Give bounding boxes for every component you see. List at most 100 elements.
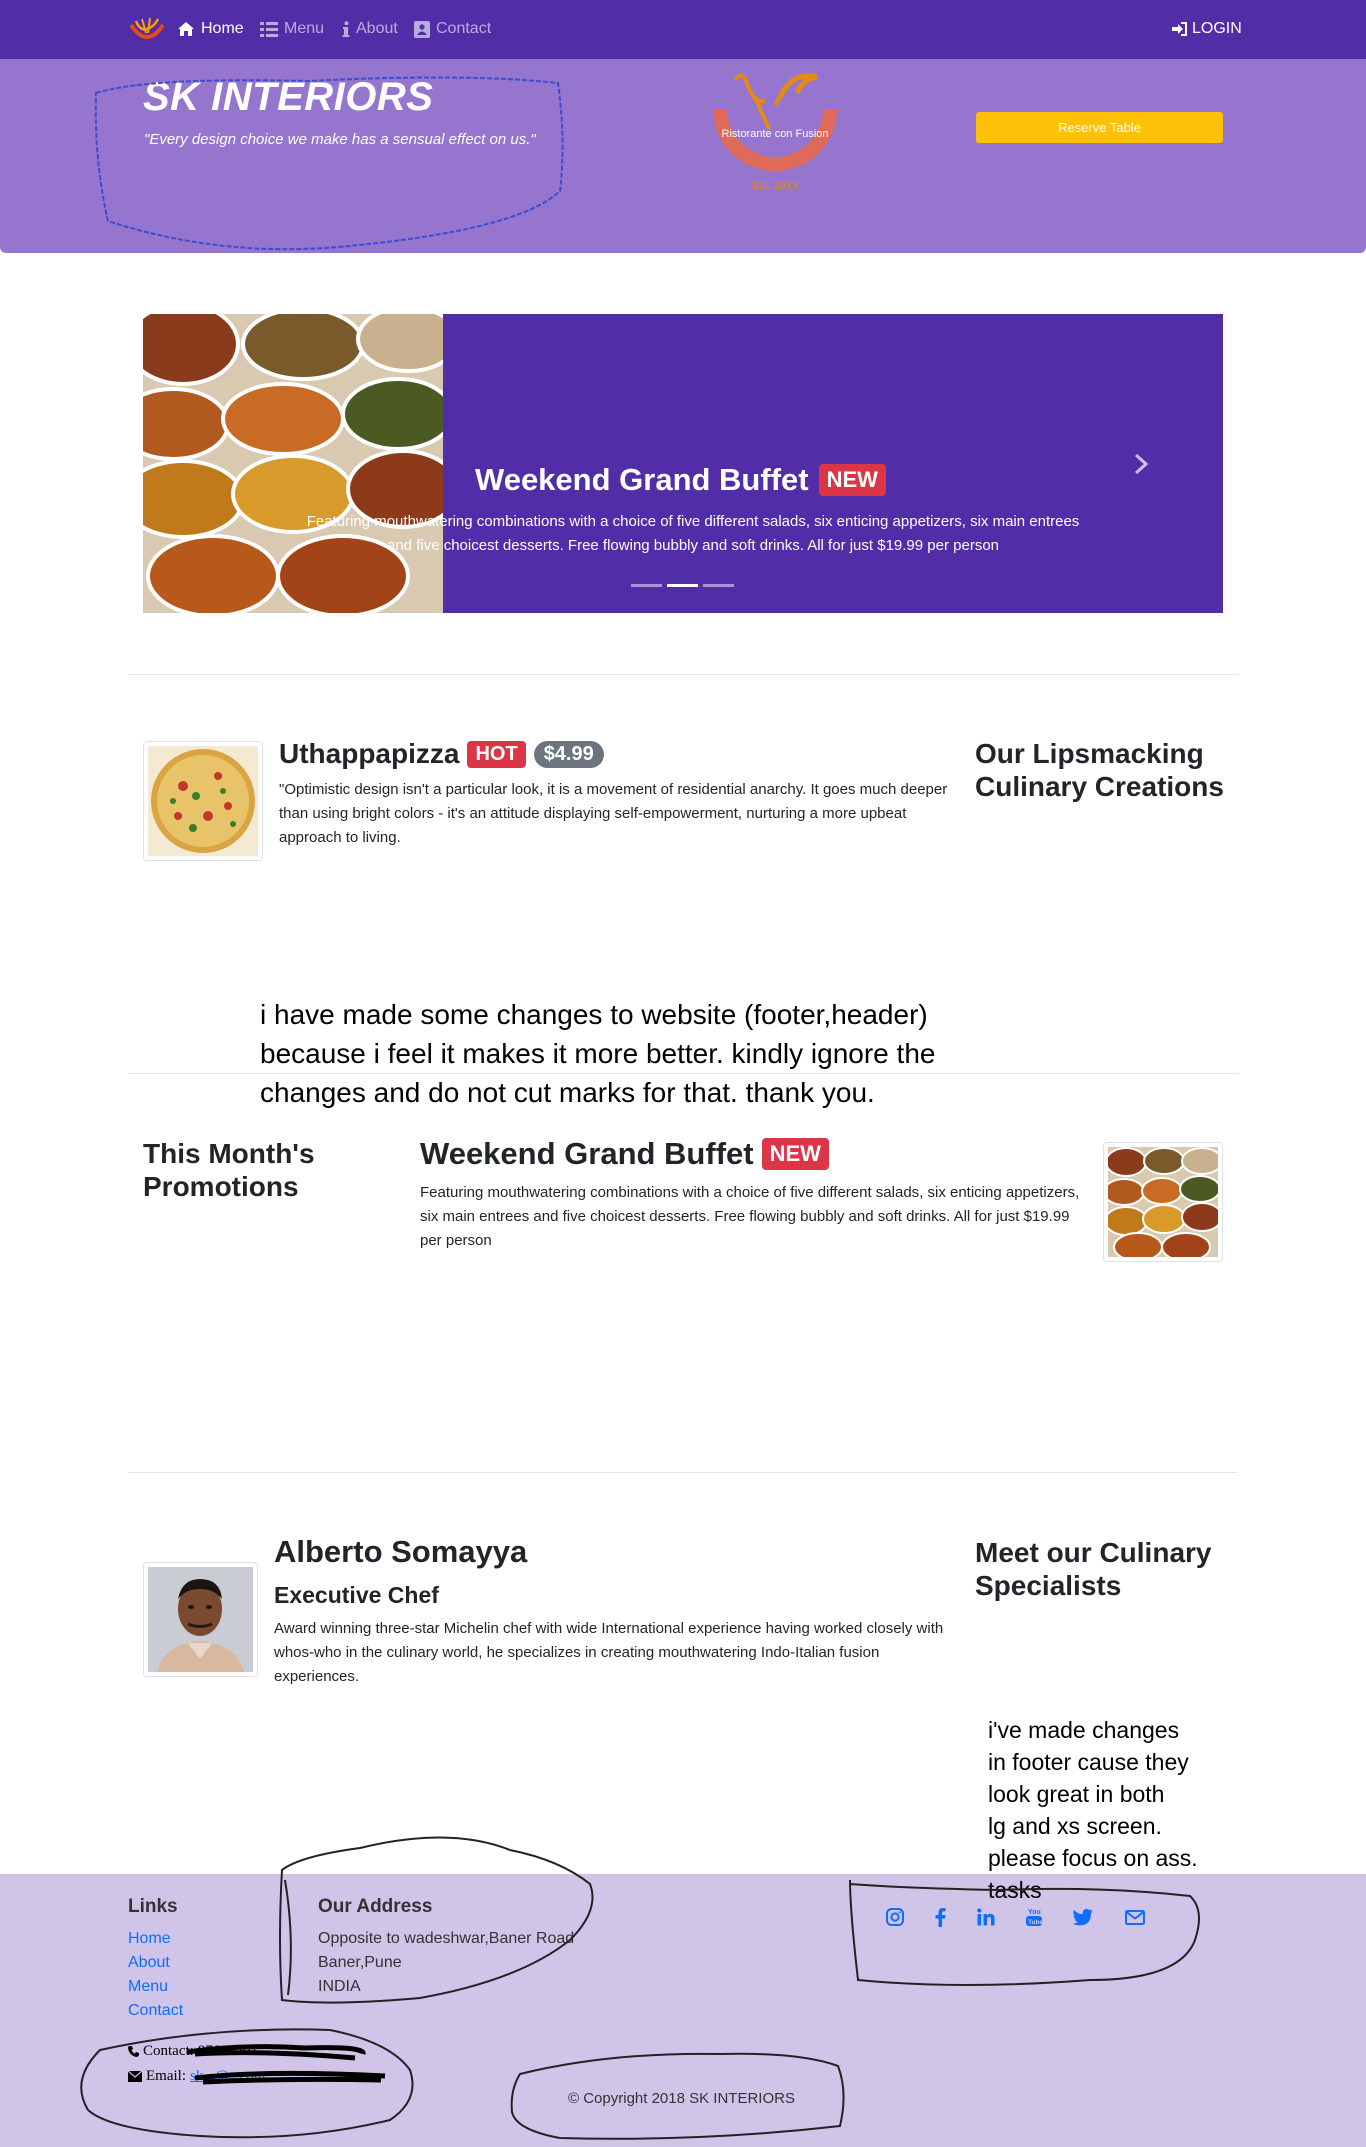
dish-name: Uthappapizza (279, 738, 460, 769)
divider (128, 1472, 1238, 1473)
dish-thumbnail (143, 741, 263, 861)
student-note-footer-line5: please focus on ass. (988, 1845, 1198, 1871)
student-note-footer-line3: look great in both (988, 1781, 1165, 1807)
email-label: Email: (146, 2068, 186, 2084)
student-note-line1: i have made some changes to website (foo… (260, 999, 928, 1030)
email-link[interactable]: sk...@...com (190, 2068, 265, 2085)
login-label: LOGIN (1192, 20, 1242, 37)
student-note-footer-line4: lg and xs screen. (988, 1813, 1162, 1839)
price-badge: $4.99 (533, 740, 604, 768)
carousel-indicator-2[interactable] (667, 584, 698, 587)
logo-text: Ristorante con Fusion (722, 128, 829, 140)
footer-contact: Contact: 97665201... (128, 2043, 269, 2060)
svg-text:You: You (1028, 1909, 1041, 1916)
footer-address-line3: INDIA (318, 1978, 361, 1995)
nav-menu[interactable]: Menu (260, 20, 324, 38)
promo-name: Weekend Grand Buffet (420, 1136, 754, 1171)
carousel-caption: Featuring mouthwatering combinations wit… (306, 513, 1080, 554)
footer-email: Email: sk...@...com (128, 2068, 265, 2085)
chef-photo (148, 1567, 253, 1672)
restaurant-logo-large-icon: Ristorante con Fusion Est. 2013 (713, 73, 837, 192)
restaurant-logo-icon[interactable] (128, 15, 166, 45)
reserve-table-button[interactable]: Reserve Table (976, 112, 1223, 143)
promo-description: Featuring mouthwatering combinations wit… (420, 1184, 1080, 1249)
buffet-image (143, 314, 443, 613)
chef-thumbnail (143, 1562, 258, 1677)
nav-about-label: About (356, 20, 398, 37)
student-note: i have made some changes to website (foo… (260, 995, 935, 1112)
dish-section-heading-line1: Our Lipsmacking (975, 738, 1204, 769)
promo-section-heading: This Month's Promotions (143, 1137, 315, 1203)
dish-section-heading: Our Lipsmacking Culinary Creations (975, 737, 1224, 803)
brand-title: SK INTERIORS (143, 75, 434, 119)
twitter-icon[interactable] (1072, 1906, 1094, 1928)
sign-in-icon (1172, 22, 1187, 36)
nav-home[interactable]: Home (177, 20, 244, 38)
carousel-indicator-3[interactable] (703, 584, 734, 587)
jumbotron: SK INTERIORS "Every design choice we mak… (0, 59, 1366, 253)
envelope-icon[interactable] (1124, 1906, 1146, 1928)
facebook-icon[interactable] (929, 1906, 951, 1928)
nav-home-label: Home (201, 20, 244, 37)
nav-contact[interactable]: Contact (414, 20, 491, 38)
phone-icon (128, 2046, 139, 2057)
info-icon (342, 21, 350, 37)
carousel-indicators (631, 584, 734, 587)
nav-menu-label: Menu (284, 20, 325, 37)
contact-label: Contact: (143, 2043, 194, 2059)
carousel-title: Weekend Grand Buffet NEW (475, 462, 886, 498)
promo-thumbnail (1103, 1142, 1223, 1262)
student-note-line3: changes and do not cut marks for that. t… (260, 1077, 875, 1108)
student-note-footer-line6: tasks (988, 1877, 1042, 1903)
brand-tagline: "Every design choice we make has a sensu… (144, 131, 536, 148)
hot-badge: HOT (467, 740, 526, 768)
dish-title: Uthappapizza HOT $4.99 (279, 738, 604, 770)
chef-bio: Award winning three-star Michelin chef w… (274, 1620, 944, 1685)
copyright-text: © Copyright 2018 SK INTERIORS (568, 2090, 795, 2107)
contact-value: 97665201... (197, 2043, 270, 2059)
student-note-footer: i've made changes in footer cause they l… (988, 1714, 1198, 1906)
chevron-right-icon[interactable] (1131, 452, 1151, 476)
carousel[interactable]: Weekend Grand Buffet NEW Featuring mouth… (143, 314, 1223, 613)
chef-name: Alberto Somayya (274, 1534, 528, 1569)
chef-role: Executive Chef (274, 1582, 439, 1608)
footer-link-home[interactable]: Home (128, 1930, 171, 1948)
envelope-icon (128, 2071, 142, 2082)
student-note-line2: because i feel it makes it more better. … (260, 1038, 936, 1069)
promo-new-badge: NEW (761, 1138, 829, 1170)
footer-address-heading: Our Address (318, 1896, 433, 1917)
carousel-indicator-1[interactable] (631, 584, 662, 587)
footer-links-heading: Links (128, 1896, 178, 1917)
nav-contact-label: Contact (436, 20, 492, 37)
logo-year: Est. 2013 (752, 178, 797, 192)
linkedin-icon[interactable] (975, 1906, 997, 1928)
footer-link-about[interactable]: About (128, 1954, 170, 1972)
footer-address-line2: Baner,Pune (318, 1954, 402, 1971)
student-note-footer-line1: i've made changes (988, 1717, 1180, 1743)
carousel-new-badge: NEW (818, 464, 886, 496)
instagram-icon[interactable] (884, 1906, 906, 1928)
student-note-footer-line2: in footer cause they (988, 1749, 1189, 1775)
list-icon (260, 21, 278, 37)
address-card-icon (414, 20, 430, 38)
promo-section-heading-line2: Promotions (143, 1171, 299, 1202)
promo-title: Weekend Grand Buffet NEW (420, 1136, 829, 1172)
buffet-thumbnail-image (1103, 1147, 1223, 1262)
chef-section-heading-line1: Meet our Culinary (975, 1537, 1212, 1568)
chef-section-heading: Meet our Culinary Specialists (975, 1536, 1211, 1602)
carousel-title-text: Weekend Grand Buffet (475, 462, 809, 497)
nav-about[interactable]: About (342, 20, 398, 38)
divider (128, 674, 1238, 675)
dish-section-heading-line2: Culinary Creations (975, 771, 1224, 802)
dish-description: "Optimistic design isn't a particular lo… (279, 781, 948, 846)
login-button[interactable]: LOGIN (1172, 20, 1242, 38)
footer-address-line1: Opposite to wadeshwar,Baner Road (318, 1930, 575, 1947)
footer-link-contact[interactable]: Contact (128, 2002, 183, 2020)
footer-link-menu[interactable]: Menu (128, 1978, 168, 1996)
divider (128, 1073, 1238, 1074)
pizza-image (148, 746, 258, 856)
youtube-icon[interactable]: You Tube (1023, 1906, 1045, 1928)
promo-section-heading-line1: This Month's (143, 1138, 315, 1169)
home-icon (178, 22, 194, 36)
svg-text:Tube: Tube (1028, 1919, 1043, 1926)
